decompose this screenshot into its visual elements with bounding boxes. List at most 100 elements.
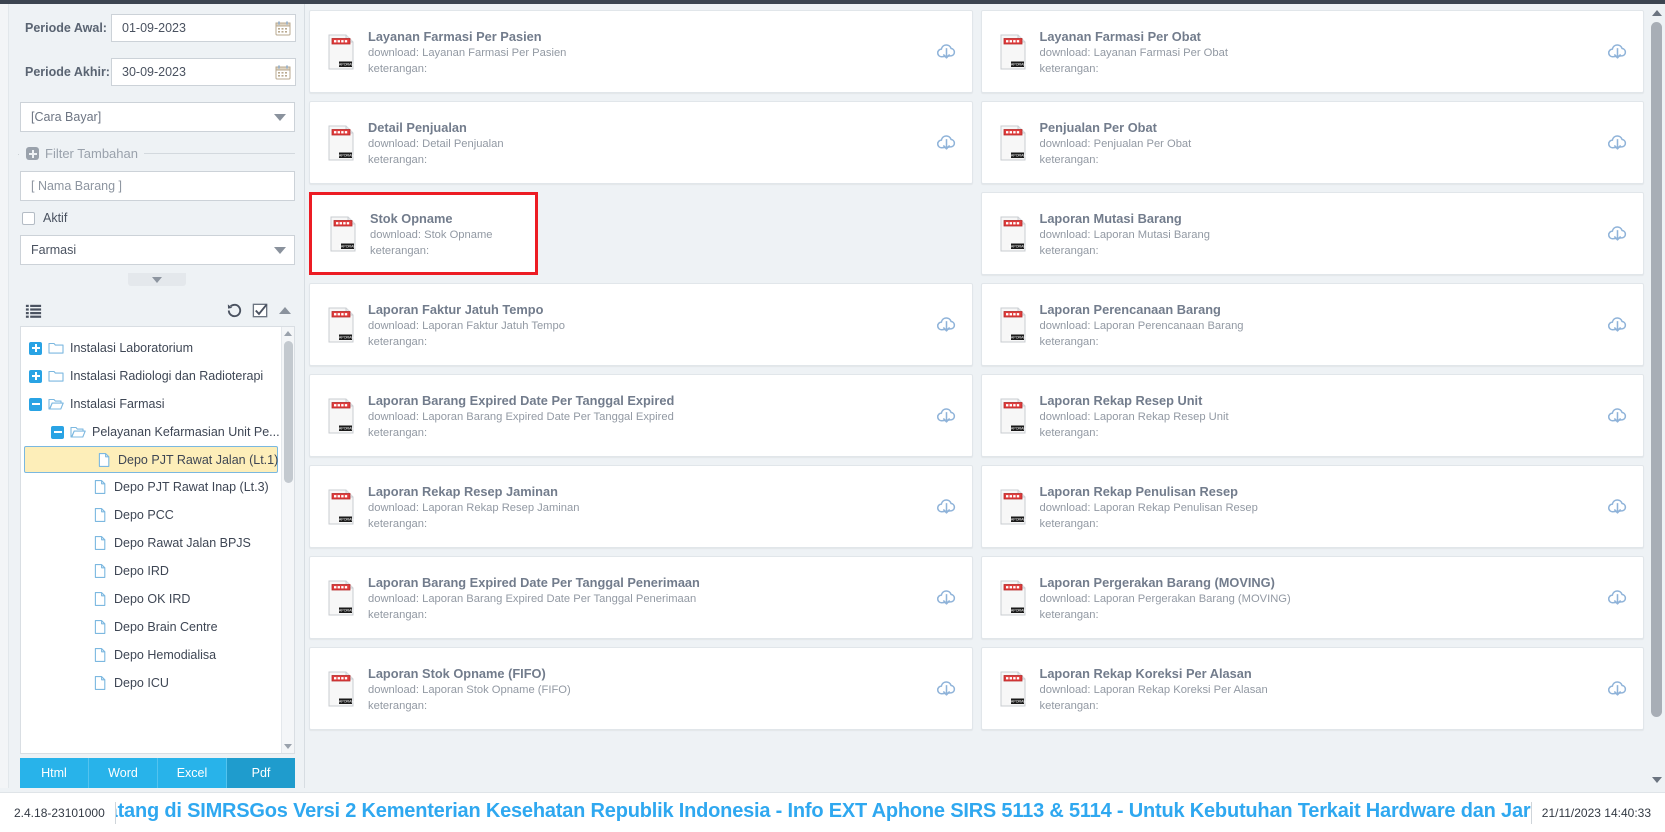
tree-item[interactable]: Depo ICU — [21, 669, 281, 697]
export-button-html[interactable]: Html — [20, 758, 89, 788]
content-scroll-thumb[interactable] — [1651, 22, 1662, 717]
cloud-download-icon[interactable] — [1606, 222, 1629, 245]
export-button-excel[interactable]: Excel — [158, 758, 227, 788]
report-card-text: Laporan Rekap Koreksi Per Alasan download… — [1040, 666, 1599, 712]
cloud-download-icon[interactable] — [1606, 131, 1629, 154]
tree-scrollbar[interactable] — [281, 327, 294, 753]
svg-text:LAPORAN: LAPORAN — [1008, 699, 1026, 703]
report-card[interactable]: LAPORAN Detail Penjualan download: Detail … — [309, 101, 973, 184]
tree-item[interactable]: Depo PJT Rawat Jalan (Lt.1) — [24, 446, 278, 473]
check-all-icon[interactable] — [251, 301, 270, 320]
report-card-download-label: download: Laporan Barang Expired Date Pe… — [368, 410, 674, 423]
cloud-download-icon[interactable] — [935, 495, 958, 518]
status-bar: 2.4.18-23101000 Selamat Datang di SIMRSG… — [0, 792, 1665, 832]
report-card[interactable]: LAPORAN Penjualan Per Obat download: Penju… — [980, 101, 1644, 184]
report-document-icon: LAPORAN — [1000, 307, 1026, 342]
periode-awal-input[interactable]: 01-09-2023 — [111, 14, 296, 42]
report-card[interactable]: LAPORAN Laporan Rekap Resep Jaminan downlo… — [309, 465, 973, 548]
cloud-download-icon[interactable] — [935, 677, 958, 700]
report-card[interactable]: LAPORAN Layanan Farmasi Per Obat download:… — [980, 10, 1644, 93]
report-card[interactable]: LAPORAN Stok Opname download: Stok Opname k… — [309, 192, 538, 275]
tree-item[interactable]: Depo OK IRD — [21, 585, 281, 613]
report-content-area: LAPORAN Layanan Farmasi Per Pasien downloa… — [305, 4, 1665, 788]
svg-text:LAPORAN: LAPORAN — [1008, 335, 1026, 339]
tree-scroll-up-button[interactable] — [282, 327, 294, 340]
report-card-keterangan-label: keterangan: — [368, 335, 428, 348]
tree-item[interactable]: Instalasi Radiologi dan Radioterapi — [21, 362, 281, 390]
periode-akhir-value: 30-09-2023 — [122, 65, 186, 79]
filter-collapse-handle[interactable] — [127, 273, 186, 286]
tree-item[interactable]: Depo PJT Rawat Inap (Lt.3) — [21, 473, 281, 501]
export-button-word[interactable]: Word — [89, 758, 158, 788]
history-reset-icon[interactable] — [225, 301, 244, 320]
chevron-up-icon[interactable] — [279, 306, 291, 314]
report-card[interactable]: LAPORAN Laporan Rekap Koreksi Per Alasan d… — [980, 647, 1644, 730]
calendar-icon[interactable] — [275, 20, 291, 36]
plus-icon[interactable] — [26, 147, 39, 160]
report-card[interactable]: LAPORAN Layanan Farmasi Per Pasien downloa… — [309, 10, 973, 93]
report-card-title: Laporan Rekap Resep Jaminan — [368, 483, 558, 499]
cloud-download-icon[interactable] — [1606, 495, 1629, 518]
folder-closed-icon — [48, 370, 64, 382]
cloud-download-icon[interactable] — [935, 313, 958, 336]
tree-item[interactable]: Depo IRD — [21, 557, 281, 585]
tree-collapse-icon[interactable] — [29, 397, 42, 411]
report-card-text: Laporan Perencanaan Barang download: Lapo… — [1040, 302, 1599, 348]
tree-expand-icon[interactable] — [29, 341, 42, 355]
report-document-icon: LAPORAN — [1000, 580, 1026, 615]
tree-item[interactable]: Instalasi Farmasi — [21, 390, 281, 418]
report-card[interactable]: LAPORAN Laporan Mutasi Barang download: La… — [980, 192, 1644, 275]
cloud-download-icon[interactable] — [935, 131, 958, 154]
report-card[interactable]: LAPORAN Laporan Perencanaan Barang downloa… — [980, 283, 1644, 366]
cloud-download-icon[interactable] — [1606, 40, 1629, 63]
report-card-text: Laporan Rekap Resep Jaminan download: Lap… — [368, 484, 927, 530]
cloud-download-icon[interactable] — [1606, 313, 1629, 336]
aktif-checkbox-row[interactable]: Aktif — [22, 211, 304, 225]
cloud-download-icon[interactable] — [935, 40, 958, 63]
aktif-checkbox[interactable] — [22, 211, 35, 225]
cloud-download-icon[interactable] — [1606, 677, 1629, 700]
content-scroll-up-button[interactable] — [1648, 4, 1665, 21]
list-menu-icon[interactable] — [24, 301, 43, 320]
export-button-pdf[interactable]: Pdf — [227, 758, 295, 788]
report-document-icon: LAPORAN — [328, 671, 354, 706]
tree-item-label: Depo ICU — [114, 676, 169, 690]
content-scrollbar[interactable] — [1648, 4, 1665, 788]
report-card[interactable]: LAPORAN Laporan Faktur Jatuh Tempo downloa… — [309, 283, 973, 366]
tree-item[interactable]: Instalasi Laboratorium — [21, 334, 281, 362]
report-document-icon: LAPORAN — [1000, 125, 1026, 160]
nama-barang-input[interactable]: [ Nama Barang ] — [20, 171, 295, 201]
report-card[interactable]: LAPORAN Laporan Rekap Resep Unit download:… — [980, 374, 1644, 457]
report-card-title: Laporan Rekap Resep Unit — [1039, 392, 1203, 408]
tree-item[interactable]: Depo Rawat Jalan BPJS — [21, 529, 281, 557]
tree-collapse-icon[interactable] — [51, 425, 64, 439]
tree-expand-icon[interactable] — [29, 369, 42, 383]
tree-item[interactable]: Depo PCC — [21, 501, 281, 529]
filter-tambahan-section[interactable]: · Filter Tambahan — [17, 146, 295, 161]
report-card[interactable]: LAPORAN Laporan Barang Expired Date Per T… — [309, 556, 973, 639]
tree-scroll-thumb[interactable] — [284, 341, 293, 483]
content-scroll-down-button[interactable] — [1648, 771, 1665, 788]
report-card-keterangan-label: keterangan: — [368, 517, 428, 530]
tree-scroll-down-button[interactable] — [282, 740, 294, 753]
report-card-keterangan-label: keterangan: — [368, 699, 428, 712]
cloud-download-icon[interactable] — [1606, 586, 1629, 609]
calendar-icon[interactable] — [275, 64, 291, 80]
cara-bayar-select[interactable]: [Cara Bayar] — [20, 102, 295, 132]
export-buttons: Html Word Excel Pdf — [20, 758, 295, 788]
cloud-download-icon[interactable] — [935, 586, 958, 609]
tree-item[interactable]: Pelayanan Kefarmasian Unit Pe... — [21, 418, 281, 446]
cloud-download-icon[interactable] — [935, 404, 958, 427]
report-card[interactable]: LAPORAN Laporan Pergerakan Barang (MOVING… — [980, 556, 1644, 639]
cloud-download-icon[interactable] — [1606, 404, 1629, 427]
periode-akhir-label: Periode Akhir: — [25, 65, 110, 79]
tree-item[interactable]: Depo Hemodialisa — [21, 641, 281, 669]
report-card[interactable]: LAPORAN Laporan Barang Expired Date Per T… — [309, 374, 973, 457]
tree-item[interactable]: Depo Brain Centre — [21, 613, 281, 641]
periode-akhir-input[interactable]: 30-09-2023 — [111, 58, 296, 86]
report-card-download-label: download: Laporan Faktur Jatuh Tempo — [368, 319, 565, 332]
report-card[interactable]: LAPORAN Laporan Stok Opname (FIFO) downloa… — [309, 647, 973, 730]
unit-select[interactable]: Farmasi — [20, 235, 295, 265]
report-card[interactable]: LAPORAN Laporan Rekap Penulisan Resep down… — [980, 465, 1644, 548]
report-card-title: Laporan Rekap Koreksi Per Alasan — [1039, 665, 1252, 681]
